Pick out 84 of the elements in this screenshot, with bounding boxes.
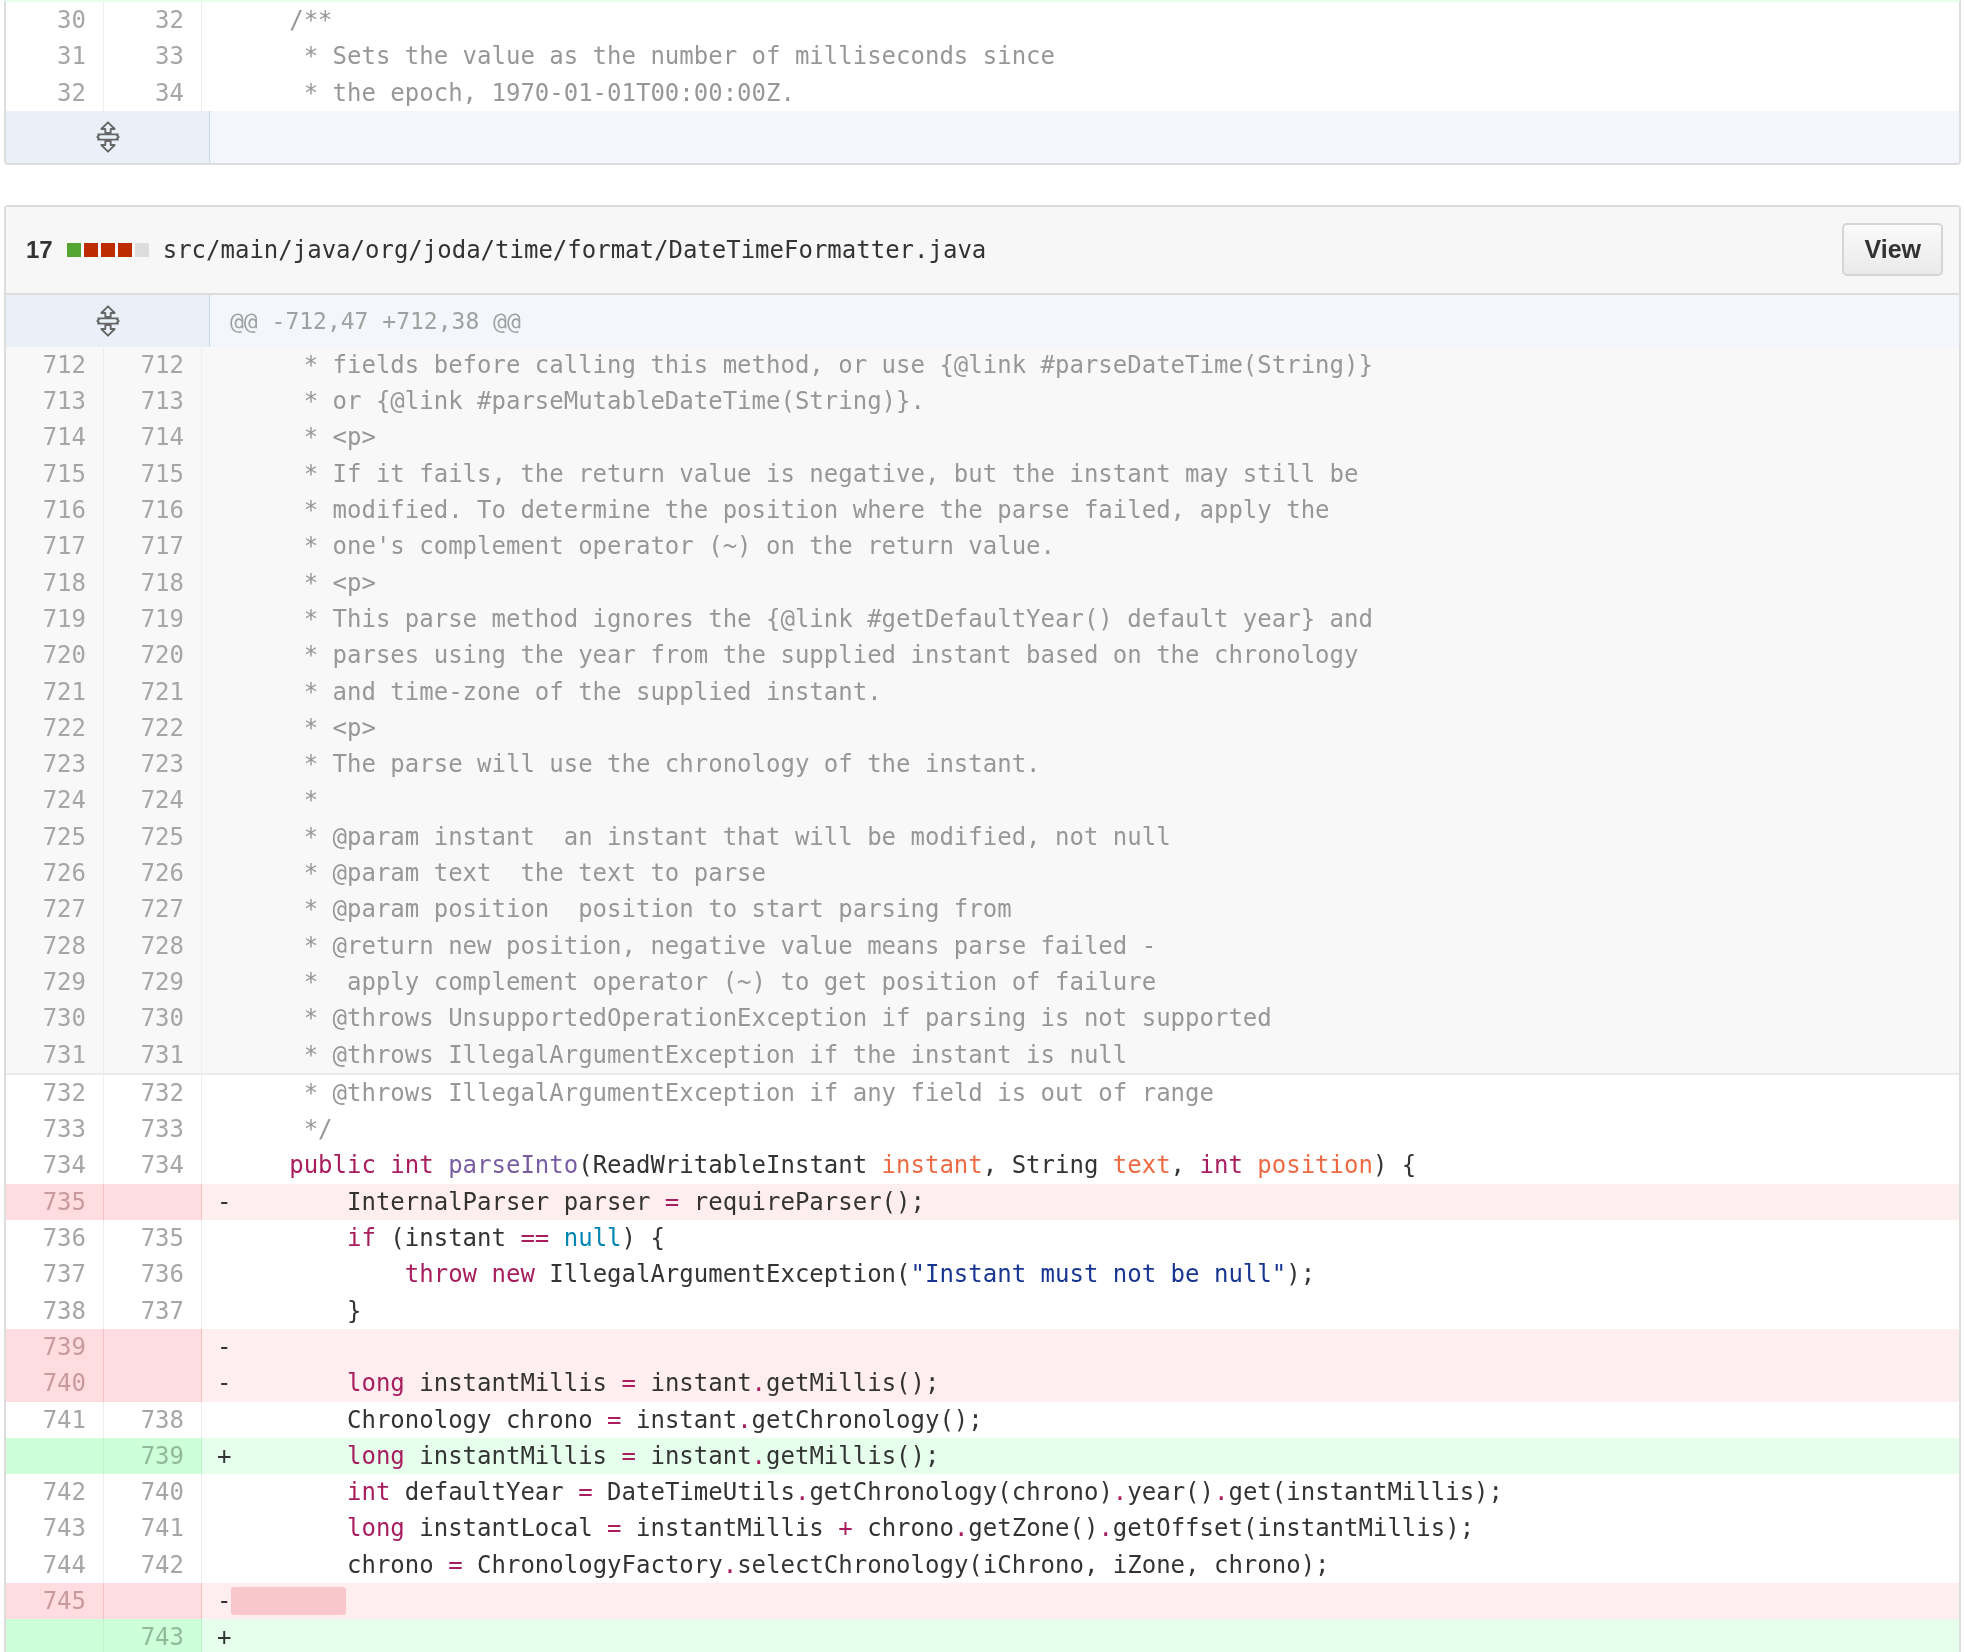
line-number-cell[interactable]: 736 [104,1256,202,1293]
code-line: * @return new position, negative value means parse failed - [302,930,1157,962]
view-button[interactable]: View [1842,223,1943,277]
line-number-cell[interactable]: 742 [6,1474,104,1511]
diff-sign: + [217,1441,232,1470]
hunk-header: @@ -712,47 +712,38 @@ [230,307,521,334]
code-line: * <p> [302,567,376,599]
line-number-cell[interactable]: 32 [6,74,104,111]
code-line: */ [302,1114,333,1146]
code-line: * This parse method ignores the {@link #getDefaultYear() default year} and [302,603,1373,635]
line-number-cell[interactable]: 745 [6,1583,104,1620]
line-number-cell[interactable] [104,1328,202,1366]
line-number-cell[interactable]: 738 [104,1401,202,1438]
code-line: InternalParser parser = requireParser(); [346,1186,925,1218]
line-number-cell[interactable]: 740 [104,1474,202,1511]
code-line: * If it fails, the return value is negative, but the instant may still be [302,458,1359,490]
line-number-cell[interactable]: 33 [104,38,202,75]
code-line: * fields before calling this method, or use {@link #parseDateTime(String)} [302,349,1373,381]
line-number-cell[interactable]: 735 [104,1220,202,1257]
code-line: * @param instant an instant that will be modified, not null [302,821,1171,853]
line-number-cell[interactable]: 34 [104,74,202,111]
diff-sign: - [217,1587,232,1615]
code-line: * The parse will use the chronology of the instant. [302,749,1041,781]
line-number-cell[interactable]: 741 [6,1401,104,1438]
line-number-cell[interactable]: 740 [6,1365,104,1402]
code-line: long instantMillis = instant.getMillis(); [346,1368,940,1400]
code-line: } [346,1295,362,1327]
code-line: * <p> [302,712,376,744]
line-number-cell[interactable]: 733 [104,1111,202,1148]
code-line: public int parseInto(ReadWritableInstant instant, String text, int position) { [288,1150,1417,1182]
line-number-cell[interactable]: 739 [6,1328,104,1366]
line-number-cell[interactable]: 743 [104,1619,202,1652]
line-number-cell[interactable]: 733 [6,1111,104,1148]
code-line: * modified. To determine the position where the parse failed, apply the [302,495,1330,527]
file-path: src/main/java/org/joda/time/format/DateTimeFormatter.java [162,235,988,264]
line-number-cell[interactable]: 732 [104,1074,202,1112]
line-number-cell[interactable]: 734 [6,1147,104,1184]
code-line: * the epoch, 1970-01-01T00:00:00Z. [302,77,795,109]
code-line: * Sets the value as the number of milliseconds since [302,41,1055,73]
code-line: /** [288,5,333,36]
diff-sign: - [217,1369,232,1398]
line-number-cell[interactable]: 737 [6,1256,104,1293]
line-number-cell[interactable]: 30 [6,2,104,39]
line-number-cell[interactable] [104,1365,202,1402]
diff-sign: - [217,1187,232,1216]
line-number-cell[interactable] [104,1583,202,1620]
code-line: * one's complement operator (~) on the return value. [302,531,1055,563]
code-line: Chronology chrono = instant.getChronology(); [346,1404,983,1436]
line-number-cell[interactable]: 31 [6,38,104,75]
code-line: * @param text the text to parse [302,858,766,890]
change-count: 17 [26,235,53,264]
line-number-cell[interactable]: 735 [6,1183,104,1220]
line-number-cell[interactable]: 744 [6,1546,104,1583]
diff-sign: - [217,1332,232,1361]
code-line: * @throws IllegalArgumentException if the instant is null [302,1039,1128,1071]
code-line: * apply complement operator (~) to get position of failure [302,966,1157,998]
line-number-cell[interactable]: 736 [6,1220,104,1257]
code-line: * parses using the year from the supplied instant based on the chronology [302,640,1359,672]
line-number-cell[interactable]: 738 [6,1292,104,1329]
line-number-cell[interactable] [6,1619,104,1652]
line-number-cell[interactable]: 742 [104,1546,202,1583]
line-number-cell[interactable] [104,1183,202,1220]
code-line: throw new IllegalArgumentException("Instant must not be null"); [403,1259,1316,1291]
code-line: int defaultYear = DateTimeUtils.getChronology(chrono).year().get(instantMillis); [346,1477,1503,1509]
code-line: long instantMillis = instant.getMillis(); [346,1440,940,1472]
diff-sign: + [217,1623,232,1652]
code-line: if (instant == null) { [346,1223,665,1254]
line-number-cell[interactable]: 741 [104,1510,202,1547]
code-line: * [302,785,319,817]
code-line: * or {@link #parseMutableDateTime(String)}. [302,386,925,418]
code-line: * @throws UnsupportedOperationException if parsing is not supported [302,1003,1272,1035]
line-number-cell[interactable]: 739 [104,1437,202,1475]
line-number-cell[interactable]: 743 [6,1510,104,1547]
code-line: long instantLocal = instantMillis + chrono.getZone().getOffset(instantMillis); [346,1513,1475,1545]
code-line: * and time-zone of the supplied instant. [302,676,882,708]
line-number-cell[interactable]: 737 [104,1292,202,1329]
code-line: * @param position position to start parsing from [302,894,1012,926]
code-line: * <p> [302,422,376,454]
line-number-cell[interactable]: 32 [104,2,202,39]
line-number-cell[interactable]: 732 [6,1074,104,1112]
code-line: * @throws IllegalArgumentException if any field is out of range [302,1077,1214,1109]
line-number-cell[interactable]: 734 [104,1147,202,1184]
line-number-cell[interactable] [6,1437,104,1475]
code-line: chrono = ChronologyFactory.selectChronology(iChrono, iZone, chrono); [346,1549,1330,1581]
